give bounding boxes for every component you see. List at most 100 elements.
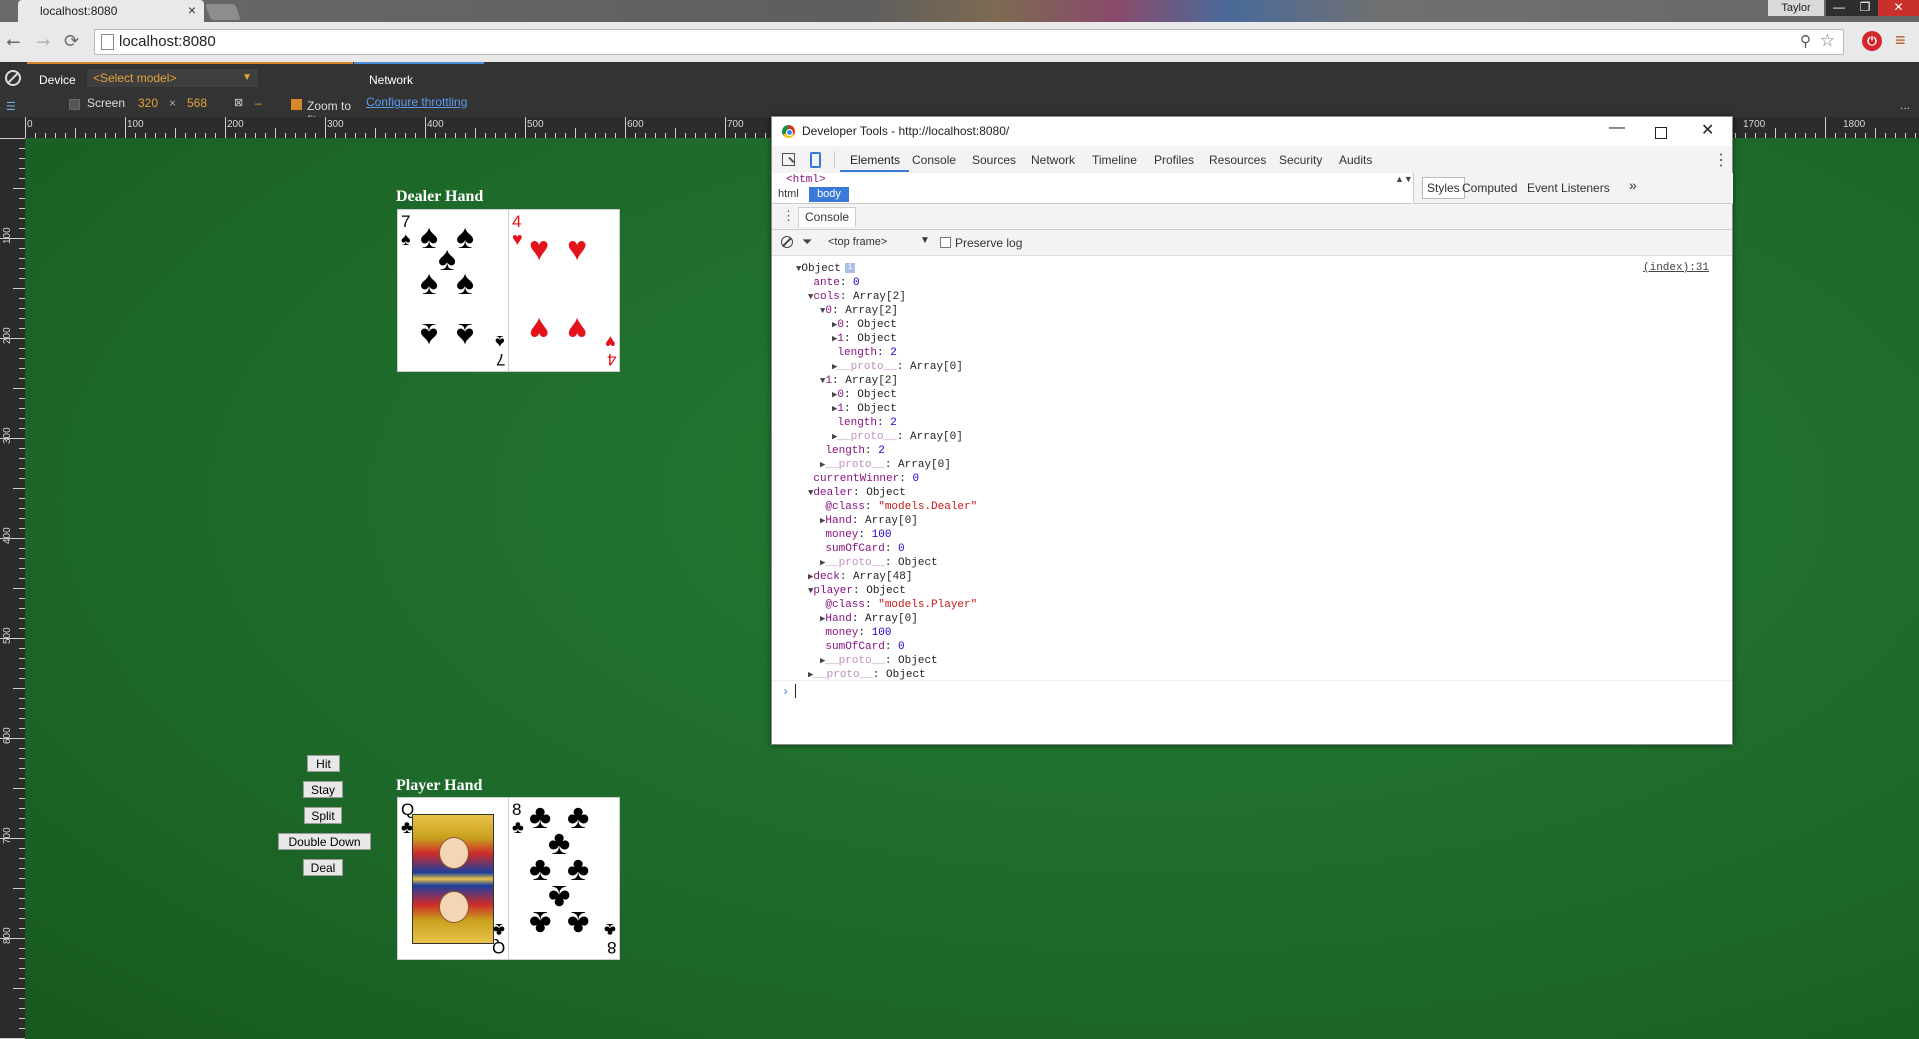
console-tree-row[interactable]: ▼player: Object — [808, 584, 906, 598]
extension-icon[interactable]: ⏻ — [1862, 31, 1882, 51]
model-select[interactable]: <Select model> ▼ — [87, 69, 258, 87]
magnifier-icon[interactable]: ⚲ — [1800, 32, 1811, 50]
chevron-down-icon[interactable]: ▼ — [920, 235, 930, 246]
property-key: length — [837, 417, 878, 429]
separator: : — [851, 613, 866, 625]
filter-icon[interactable]: ⏷ — [802, 234, 812, 250]
device-mode-icon[interactable] — [810, 152, 821, 168]
configure-throttling-link[interactable]: Configure throttling — [366, 95, 467, 109]
address-bar[interactable]: localhost:8080 ⚲ ☆ — [94, 29, 1844, 55]
screen-width-input[interactable]: 320 — [138, 96, 158, 110]
tab-audits[interactable]: Audits — [1339, 153, 1372, 167]
console-tree-row[interactable]: ▶__proto__: Object — [820, 654, 938, 668]
devtools-maximize-button[interactable] — [1655, 127, 1667, 139]
devtools-titlebar[interactable]: Developer Tools - http://localhost:8080/… — [772, 117, 1732, 146]
console-tree-row[interactable]: ▼cols: Array[2] — [808, 290, 906, 304]
console-tree-row[interactable]: ▶__proto__: Array[0] — [820, 458, 951, 472]
console-tree-row[interactable]: ▶1: Object — [832, 332, 897, 346]
window-maximize-button[interactable]: ❐ — [1852, 0, 1878, 16]
console-tree-row[interactable]: ▼dealer: Object — [808, 486, 906, 500]
property-value: 100 — [871, 627, 892, 639]
console-tree-row[interactable]: ▶Hand: Array[0] — [820, 612, 918, 626]
double-down-button[interactable]: Double Down — [278, 833, 371, 850]
zoom-to-fit-checkbox[interactable] — [291, 99, 302, 110]
ruler-label: 800 — [2, 927, 13, 944]
more-icon[interactable]: ... — [1900, 98, 1910, 112]
card-rank: Q — [491, 938, 505, 957]
source-link[interactable]: (index):31 — [1643, 262, 1709, 274]
frame-select[interactable]: <top frame> — [828, 236, 887, 248]
console-input[interactable] — [795, 684, 796, 698]
new-tab-button[interactable] — [205, 4, 241, 20]
drawer-menu-icon[interactable]: ⋮ — [782, 208, 795, 224]
console-tree-row[interactable]: ▼Object i — [796, 262, 856, 276]
tab-close-icon[interactable]: × — [188, 2, 196, 18]
ruler-label: 700 — [727, 119, 744, 130]
bookmark-star-icon[interactable]: ☆ — [1820, 31, 1835, 51]
emulation-menu-icon[interactable]: ☰ — [6, 100, 16, 113]
window-close-button[interactable]: ✕ — [1878, 0, 1919, 16]
console-tree-row[interactable]: ▼1: Array[2] — [820, 374, 898, 388]
split-button[interactable]: Split — [304, 807, 342, 824]
drawer-tab-console[interactable]: Console — [798, 207, 857, 227]
browser-tab[interactable]: localhost:8080 × — [18, 0, 204, 22]
tab-sources[interactable]: Sources — [972, 153, 1016, 167]
devtools-close-button[interactable]: ✕ — [1701, 120, 1714, 140]
screen-height-input[interactable]: 568 — [187, 96, 207, 110]
hit-button[interactable]: Hit — [307, 755, 340, 772]
inspect-element-icon[interactable] — [782, 153, 795, 166]
url-text[interactable]: localhost:8080 — [119, 33, 216, 50]
console-tree-row[interactable]: ▶1: Object — [832, 402, 897, 416]
scroll-arrows-icon[interactable]: ▲▼ — [1395, 174, 1413, 184]
console-tree-row[interactable]: ▶__proto__: Array[0] — [832, 360, 963, 374]
heart-icon: ♥ — [567, 230, 588, 268]
spade-icon: ♠ — [420, 316, 439, 354]
info-icon[interactable]: i — [845, 263, 856, 274]
dealer-card: 4 ♥ ♥ ♥ ♥ ♥ ♥ 4 — [508, 209, 620, 372]
club-icon: ♣ — [512, 817, 524, 837]
tab-profiles[interactable]: Profiles — [1154, 153, 1194, 167]
property-value: Object — [857, 403, 897, 415]
player-card: Q ♣ ♣ Q — [397, 797, 509, 960]
swap-dimensions-icon[interactable]: ⊠ — [234, 96, 243, 109]
console-tree-row[interactable]: ▶deck: Array[48] — [808, 570, 912, 584]
hamburger-menu-icon[interactable]: ≡ — [1895, 30, 1906, 51]
tab-console[interactable]: Console — [912, 153, 956, 167]
reload-icon[interactable]: ⟳ — [64, 31, 79, 52]
profile-button[interactable]: Taylor — [1768, 0, 1824, 16]
console-tree-row[interactable]: ▶0: Object — [832, 318, 897, 332]
back-arrow-icon[interactable]: ⭠ — [6, 31, 20, 52]
tab-elements[interactable]: Elements — [850, 153, 900, 167]
tab-security[interactable]: Security — [1279, 153, 1322, 167]
console-tree-row[interactable]: ▶0: Object — [832, 388, 897, 402]
stay-button[interactable]: Stay — [303, 781, 343, 798]
property-value: Array[0] — [910, 361, 963, 373]
device-scale-input[interactable]: – — [255, 96, 262, 110]
console-tree-row[interactable]: ▶__proto__: Array[0] — [832, 430, 963, 444]
tab-computed[interactable]: Computed — [1462, 181, 1517, 195]
console-tree-row[interactable]: ▼0: Array[2] — [820, 304, 898, 318]
tab-resources[interactable]: Resources — [1209, 153, 1266, 167]
preserve-log-checkbox[interactable] — [940, 237, 951, 248]
divider — [772, 680, 1732, 681]
elements-tree: <html> ▲▼ html body — [772, 173, 1413, 204]
breadcrumb-html[interactable]: html — [778, 188, 799, 200]
clear-console-icon[interactable] — [781, 236, 793, 248]
devtools-menu-icon[interactable]: ⋮ — [1713, 150, 1729, 170]
devtools-minimize-button[interactable]: — — [1609, 119, 1625, 137]
more-tabs-icon[interactable]: » — [1629, 177, 1637, 193]
window-minimize-button[interactable]: — — [1826, 0, 1852, 16]
separator: : — [844, 389, 858, 401]
console-tree-row[interactable]: ▶__proto__: Object — [820, 556, 938, 570]
tab-styles[interactable]: Styles — [1422, 177, 1465, 199]
screen-checkbox[interactable] — [69, 99, 80, 110]
tab-timeline[interactable]: Timeline — [1092, 153, 1137, 167]
breadcrumb-body[interactable]: body — [809, 187, 849, 202]
disable-emulation-icon[interactable] — [5, 70, 21, 86]
tab-network[interactable]: Network — [1031, 153, 1075, 167]
deal-button[interactable]: Deal — [303, 859, 343, 876]
tab-event-listeners[interactable]: Event Listeners — [1527, 181, 1610, 195]
html-node[interactable]: <html> — [786, 174, 826, 186]
console-tree-row[interactable]: ▶Hand: Array[0] — [820, 514, 918, 528]
forward-arrow-icon[interactable]: ⭢ — [36, 31, 50, 52]
